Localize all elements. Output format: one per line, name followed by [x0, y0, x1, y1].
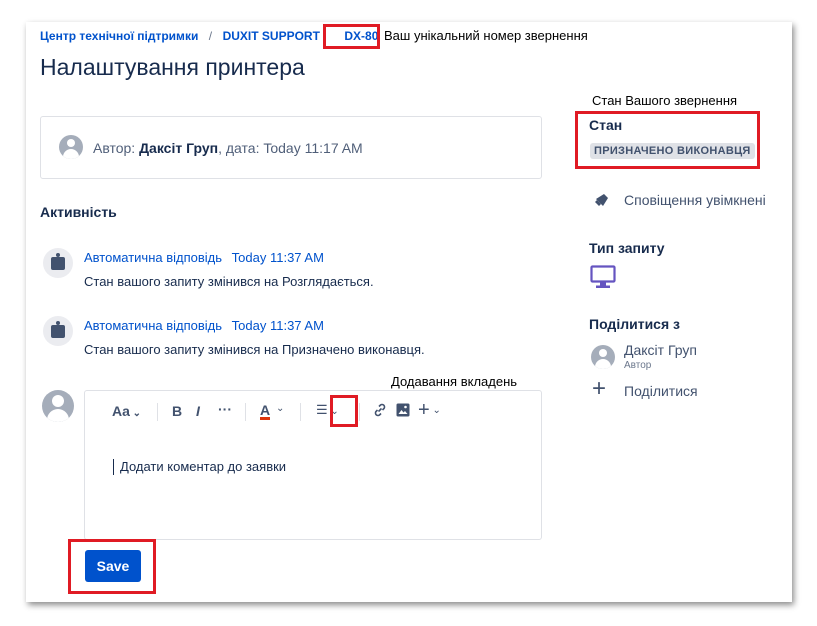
author-name: Даксіт Груп: [139, 140, 219, 156]
text-style-label: Aa: [112, 403, 130, 419]
request-status-annotation: Стан Вашого звернення: [592, 93, 738, 108]
attachments-annotation: Додавання вкладень: [391, 374, 518, 389]
author-date: , дата: Today 11:17 AM: [218, 140, 363, 156]
activity-item-header: Автоматична відповідь Today 11:37 AM: [84, 318, 324, 333]
list-icon: ☰: [316, 402, 328, 417]
activity-time[interactable]: Today 11:37 AM: [232, 250, 324, 265]
request-type-icon: [590, 265, 616, 294]
bot-icon: [43, 248, 73, 278]
status-highlight: [575, 111, 760, 169]
notifications-label[interactable]: Сповіщення увімкнені: [624, 192, 766, 208]
comment-editor: Aa ⌄ B I ··· A ⌄ ☰ ⌄ + ⌄ Додати коментар…: [84, 390, 542, 540]
link-button[interactable]: [372, 402, 388, 421]
participant-role: Автор: [624, 360, 652, 371]
add-icon[interactable]: +: [592, 377, 606, 401]
request-number-annotation: Ваш унікальний номер звернення: [384, 28, 588, 43]
toolbar-divider: [359, 403, 360, 421]
image-icon: [396, 403, 410, 417]
text-cursor: [113, 459, 114, 475]
save-highlight: [68, 539, 156, 594]
author-avatar: [59, 135, 83, 159]
breadcrumb-separator: /: [208, 29, 213, 43]
toolbar-divider: [245, 403, 246, 421]
current-user-avatar: [42, 390, 74, 422]
issue-key-highlight: [323, 24, 380, 49]
author-line: Автор: Даксіт Груп, дата: Today 11:17 AM: [93, 140, 363, 156]
activity-text: Стан вашого запиту змінився на Призначен…: [84, 342, 425, 357]
request-type-label: Тип запиту: [589, 240, 665, 256]
author-card: Автор: Даксіт Груп, дата: Today 11:17 AM: [40, 116, 542, 179]
request-page: Центр технічної підтримки / DUXIT SUPPOR…: [26, 22, 792, 602]
link-icon: [374, 403, 386, 417]
comment-input[interactable]: Додати коментар до заявки: [120, 459, 286, 474]
activity-item-header: Автоматична відповідь Today 11:37 AM: [84, 250, 324, 265]
participant-avatar: [591, 345, 615, 369]
activity-author[interactable]: Автоматична відповідь: [84, 250, 222, 265]
activity-author[interactable]: Автоматична відповідь: [84, 318, 222, 333]
chevron-down-icon: ⌄: [276, 403, 285, 414]
text-color-label: A: [260, 402, 271, 418]
participant-name: Даксіт Груп: [624, 342, 697, 358]
insert-button[interactable]: + ⌄: [418, 399, 441, 422]
share-label: Поділитися з: [589, 316, 680, 332]
author-prefix: Автор:: [93, 140, 140, 156]
activity-heading: Активність: [40, 204, 117, 220]
breadcrumb-help-center[interactable]: Центр технічної підтримки: [40, 29, 198, 43]
activity-time[interactable]: Today 11:37 AM: [232, 318, 324, 333]
text-style-button[interactable]: Aa ⌄: [112, 403, 141, 419]
bold-button[interactable]: B: [172, 403, 182, 419]
toolbar-divider: [157, 403, 158, 421]
chevron-down-icon: ⌄: [429, 405, 441, 417]
share-button[interactable]: Поділитися: [624, 383, 698, 399]
plus-icon: +: [418, 399, 430, 421]
page-title: Налаштування принтера: [40, 54, 305, 80]
italic-button[interactable]: I: [196, 403, 200, 419]
activity-avatar: [43, 248, 73, 278]
bot-icon: [43, 316, 73, 346]
activity-text: Стан вашого запиту змінився на Розглядає…: [84, 274, 374, 289]
image-attach-button[interactable]: [395, 402, 411, 421]
toolbar-divider: [300, 403, 301, 421]
activity-avatar: [43, 316, 73, 346]
chevron-down-icon: ⌄: [129, 408, 142, 419]
attach-highlight: [330, 395, 358, 427]
megaphone-icon: [595, 194, 608, 206]
breadcrumb-project[interactable]: DUXIT SUPPORT: [223, 29, 320, 43]
monitor-icon: [590, 265, 616, 288]
more-formatting-button[interactable]: ···: [218, 401, 232, 417]
notifications-toggle[interactable]: [594, 191, 612, 214]
text-color-button[interactable]: A: [260, 402, 271, 420]
